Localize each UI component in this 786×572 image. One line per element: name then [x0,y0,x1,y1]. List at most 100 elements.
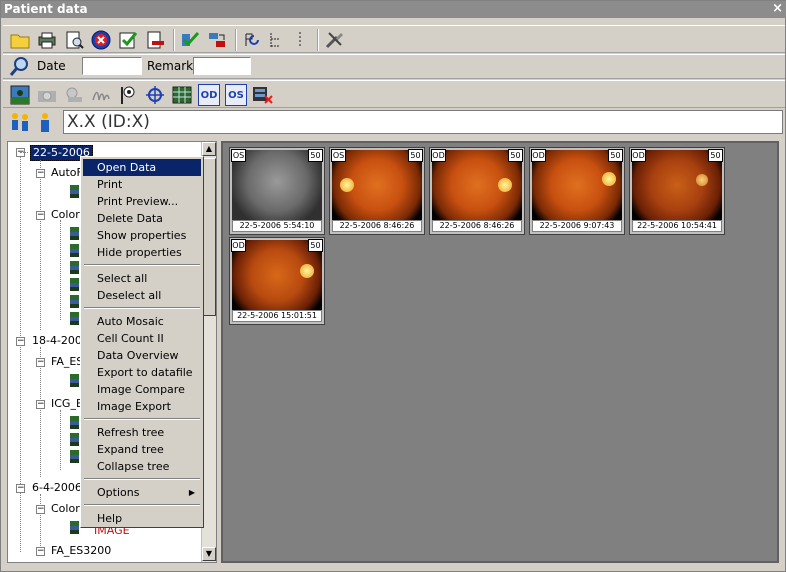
image-view-icon[interactable] [9,84,31,106]
patient-add-icon[interactable] [9,112,31,134]
tree-date-node[interactable]: 6-4-2006 [32,481,82,495]
film-delete-icon[interactable] [252,84,274,106]
menu-item-image-export[interactable]: Image Export [83,398,201,415]
zoom-badge: 50 [508,149,523,162]
tree-series-node[interactable]: AutoF [51,166,83,180]
approve-icon[interactable] [117,29,139,51]
menu-item-cell-count[interactable]: Cell Count II [83,330,201,347]
image-icon[interactable] [70,227,79,240]
od-button[interactable]: OD [198,84,220,106]
remove-icon[interactable] [144,29,166,51]
open-folder-icon[interactable] [9,29,31,51]
remark-input[interactable] [193,57,251,75]
thumbnail-timestamp: 22-5-2006 8:46:26 [332,220,422,232]
flag-icon[interactable] [117,84,139,106]
check-all-icon[interactable] [179,29,201,51]
menu-item-expand-tree[interactable]: Expand tree [83,441,201,458]
tree-series-node[interactable]: ColorI [51,208,83,222]
image-icon[interactable] [70,374,79,387]
zoom-badge: 50 [708,149,723,162]
date-input[interactable] [82,57,142,75]
image-icon[interactable] [70,433,79,446]
collapse-icon[interactable]: − [36,547,45,556]
print-preview-icon[interactable] [63,29,85,51]
image-icon[interactable] [70,312,79,325]
patient-data-window: Patient data × Date Remark OD OS X.X (ID… [0,0,786,572]
menu-item-show-properties[interactable]: Show properties [83,227,201,244]
image-icon[interactable] [70,244,79,257]
print-icon[interactable] [36,29,58,51]
tree-series-node[interactable]: ICG_E [51,397,83,411]
scroll-thumb[interactable] [202,158,216,316]
image-thumbnail[interactable]: OD 50 22-5-2006 15:01:51 [229,237,325,325]
patient-icon[interactable] [34,112,56,134]
menu-item-print[interactable]: Print [83,176,201,193]
menu-item-hide-properties[interactable]: Hide properties [83,244,201,261]
menu-item-help[interactable]: Help [83,510,201,527]
collapse-icon[interactable]: − [36,211,45,220]
image-icon[interactable] [70,261,79,274]
eye-badge: OD [231,239,246,252]
tree-series-node[interactable]: ColorI [51,502,83,516]
image-icon[interactable] [70,185,79,198]
image-icon[interactable] [70,278,79,291]
menu-item-options[interactable]: Options ▶ [83,484,201,501]
collapse-icon[interactable]: − [36,169,45,178]
close-button[interactable]: × [772,1,783,17]
mosaic-icon[interactable] [171,84,193,106]
transfer-icon[interactable] [206,29,228,51]
collapse-icon[interactable]: − [36,358,45,367]
zoom-badge: 50 [408,149,423,162]
menu-item-auto-mosaic[interactable]: Auto Mosaic [83,313,201,330]
image-icon[interactable] [70,450,79,463]
menu-item-export-datafile[interactable]: Export to datafile [83,364,201,381]
os-button[interactable]: OS [225,84,247,106]
menu-item-image-compare[interactable]: Image Compare [83,381,201,398]
tree-series-node[interactable]: FA_ES3200 [51,544,111,558]
image-thumbnail[interactable]: OD 50 22-5-2006 8:46:26 [429,147,525,235]
crosshair-icon[interactable] [144,84,166,106]
menu-item-open-data[interactable]: Open Data [83,159,201,176]
menu-item-deselect-all[interactable]: Deselect all [83,287,201,304]
image-icon[interactable] [70,416,79,429]
image-thumbnail[interactable]: OD 50 22-5-2006 10:54:41 [629,147,725,235]
menu-item-delete-data[interactable]: Delete Data [83,210,201,227]
menu-item-refresh-tree[interactable]: Refresh tree [83,424,201,441]
patient-name-field[interactable]: X.X (ID:X) [63,110,783,134]
menu-separator [84,307,200,309]
collapse-icon[interactable]: − [16,484,25,493]
vertical-dots-icon[interactable] [289,29,311,51]
eye-badge: OS [231,149,246,162]
menu-item-select-all[interactable]: Select all [83,270,201,287]
search-icon[interactable] [9,56,31,78]
collapse-icon[interactable]: − [36,505,45,514]
menu-item-data-overview[interactable]: Data Overview [83,347,201,364]
menu-separator [84,504,200,506]
scroll-down-icon[interactable]: ▼ [202,547,216,561]
image-icon[interactable] [70,521,79,534]
signature-icon [90,84,112,106]
tree-series-node[interactable]: FA_ES [51,355,83,369]
delete-icon[interactable] [90,29,112,51]
image-thumbnail[interactable]: OS 50 22-5-2006 8:46:26 [329,147,425,235]
patient-row: X.X (ID:X) [3,109,785,137]
tools-icon[interactable] [324,29,346,51]
tree-icon[interactable] [266,29,288,51]
image-thumbnail[interactable]: OS 50 22-5-2006 5:54:10 [229,147,325,235]
eye-badge: OD [531,149,546,162]
date-label: Date [37,59,66,73]
image-toolbar: OD OS [3,80,785,108]
collapse-icon[interactable]: − [36,400,45,409]
rotate-icon[interactable] [241,29,263,51]
collapse-icon[interactable]: − [16,337,25,346]
search-bar: Date Remark [3,54,785,79]
image-thumbnail[interactable]: OD 50 22-5-2006 9:07:43 [529,147,625,235]
window-title: Patient data [4,2,88,16]
image-icon[interactable] [70,295,79,308]
thumbnail-timestamp: 22-5-2006 8:46:26 [432,220,522,232]
eye-badge: OD [631,149,646,162]
menu-item-collapse-tree[interactable]: Collapse tree [83,458,201,475]
context-menu: Open Data Print Print Preview... Delete … [80,156,204,528]
menu-item-print-preview[interactable]: Print Preview... [83,193,201,210]
scroll-up-icon[interactable]: ▲ [202,142,216,156]
